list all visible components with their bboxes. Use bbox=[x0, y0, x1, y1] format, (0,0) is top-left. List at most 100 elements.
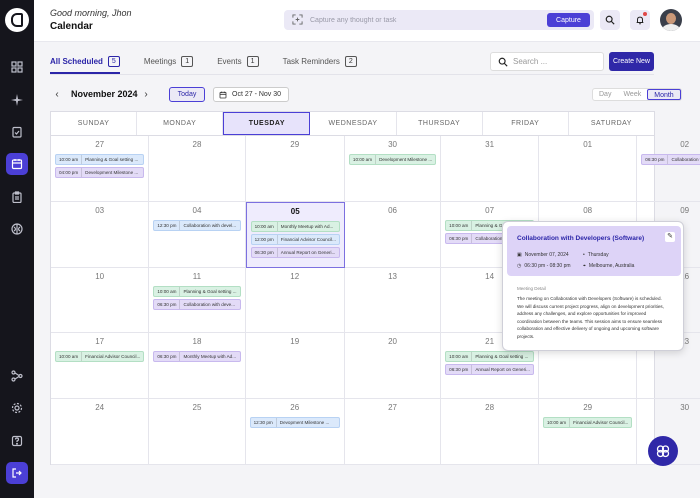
calendar-day-cell[interactable]: 31 bbox=[441, 136, 539, 202]
calendar-day-cell[interactable]: 26 12:30 pm Devopment Milestone ... bbox=[245, 399, 345, 465]
weekday-tuesday: TUESDAY bbox=[223, 112, 311, 135]
location-pin-icon: ⌖ bbox=[583, 263, 586, 269]
calendar-day-cell[interactable]: 27 bbox=[344, 399, 442, 465]
event-title: Planning & Goal setting ... bbox=[475, 354, 529, 360]
day-number: 28 bbox=[192, 140, 202, 149]
clipboard-icon[interactable] bbox=[6, 186, 28, 208]
day-number: 27 bbox=[95, 140, 105, 149]
search-input[interactable] bbox=[513, 55, 599, 68]
tab-task-reminders[interactable]: Task Reminders 2 bbox=[283, 50, 357, 72]
tab-label: Task Reminders bbox=[282, 56, 340, 66]
sparkle-icon[interactable] bbox=[6, 89, 28, 111]
calendar-day-cell[interactable]: 19 bbox=[245, 333, 345, 400]
user-avatar[interactable] bbox=[660, 9, 682, 31]
event-chip[interactable]: 06:30 pmCollaboration with deve... bbox=[153, 298, 241, 310]
view-option-day[interactable]: Day bbox=[593, 89, 617, 100]
calendar-day-cell[interactable]: 02 06:30 pmCollaboration with devel... bbox=[637, 136, 700, 202]
tab-count-badge: 2 bbox=[344, 55, 357, 67]
help-icon[interactable] bbox=[6, 430, 28, 452]
event-chip[interactable]: 04:00 pm Development Milestone ... bbox=[55, 167, 145, 178]
event-chip[interactable]: 12:30 pm Devopment Milestone ... bbox=[249, 417, 340, 429]
event-chip[interactable]: 12:00 pm Financial Advisor Council... bbox=[250, 233, 340, 245]
day-number: 05 bbox=[290, 206, 300, 216]
event-chip[interactable]: 10:00 am Financial Advisor Council... bbox=[542, 417, 633, 429]
calendar-day-cell[interactable]: 25 bbox=[149, 399, 246, 465]
next-month-button[interactable]: › bbox=[141, 89, 151, 100]
checklist-icon[interactable] bbox=[6, 121, 28, 143]
event-title: Collaboration with devel... bbox=[183, 222, 237, 228]
brain-icon[interactable] bbox=[6, 218, 28, 240]
grid-icon[interactable] bbox=[6, 56, 28, 78]
event-time: 04:00 pm bbox=[56, 168, 83, 177]
calendar-day-cell[interactable]: 18 06:30 pm Monthly Meetup with Ad... bbox=[149, 333, 246, 400]
sidebar bbox=[0, 0, 34, 498]
calendar-icon[interactable] bbox=[6, 153, 28, 175]
event-title: Planning & Goal setting ... bbox=[183, 288, 237, 294]
calendar-day-cell[interactable]: 29 bbox=[245, 136, 345, 202]
event-chip[interactable]: 10:00 amPlanning & Goal setting ... bbox=[55, 154, 145, 165]
day-number: 11 bbox=[192, 271, 202, 281]
calendar-day-cell[interactable]: 05 10:00 am Monthly Meetup with Ad... 12:00… bbox=[245, 201, 345, 268]
day-number: 07 bbox=[485, 205, 495, 215]
calendar-day-cell[interactable]: 12 bbox=[245, 267, 345, 334]
view-option-week[interactable]: Week bbox=[617, 89, 647, 100]
calendar-day-cell[interactable]: 10 bbox=[51, 267, 150, 334]
today-button[interactable]: Today bbox=[169, 87, 205, 102]
event-chip[interactable]: 10:00 am Monthly Meetup with Ad... bbox=[250, 220, 340, 232]
logout-icon[interactable] bbox=[6, 462, 28, 484]
calendar-day-cell[interactable]: 29 10:00 am Financial Advisor Council... bbox=[538, 399, 638, 465]
calendar-day-cell[interactable]: 28 bbox=[149, 136, 246, 202]
calendar-small-icon bbox=[219, 91, 227, 98]
calendar-day-cell[interactable]: 30 10:00 am Development Milestone ... bbox=[344, 136, 442, 202]
day-number: 27 bbox=[388, 403, 397, 413]
calendar-day-cell[interactable]: 20 bbox=[344, 333, 442, 400]
view-option-month[interactable]: Month bbox=[647, 89, 681, 100]
notification-button[interactable] bbox=[630, 10, 650, 30]
event-chip[interactable]: 06:30 pmCollaboration with devel... bbox=[641, 154, 700, 165]
calendar-day-cell[interactable]: 11 10:00 am Planning & Goal setting ... 06:… bbox=[149, 267, 246, 334]
event-title: Financial Advisor Council... bbox=[85, 354, 141, 360]
event-chip[interactable]: 10:00 amPlanning & Goal setting ... bbox=[153, 285, 241, 297]
popover-description: The meeting on Collaboration with Develo… bbox=[517, 296, 664, 339]
calendar-day-cell[interactable]: 24 bbox=[51, 399, 150, 465]
event-chip[interactable]: 12:30 pm Collaboration with devel... bbox=[153, 219, 241, 231]
event-time: 12:00 pm bbox=[252, 234, 278, 244]
event-time: 10:00 am bbox=[350, 155, 377, 164]
capture-button[interactable]: Capture bbox=[547, 13, 590, 27]
create-new-button[interactable]: Create New bbox=[609, 52, 654, 71]
event-chip[interactable]: 06:30 pm Annual Report on Generi... bbox=[250, 246, 340, 258]
calendar-day-cell[interactable]: 13 bbox=[344, 267, 442, 334]
prev-month-button[interactable]: ‹ bbox=[52, 89, 62, 100]
brain-logo-icon[interactable] bbox=[5, 8, 29, 32]
event-chip[interactable]: 06:30 pm Monthly Meetup with Ad... bbox=[153, 351, 241, 363]
tab-events[interactable]: Events 1 bbox=[217, 50, 259, 72]
ai-assistant-button[interactable] bbox=[648, 436, 678, 466]
event-chip[interactable]: 10:00 am Financial Advisor Council... bbox=[55, 351, 145, 363]
calendar-day-cell[interactable]: 01 bbox=[538, 136, 638, 202]
month-label: November 2024 bbox=[71, 89, 138, 99]
capture-bar: Capture bbox=[284, 10, 594, 30]
greeting-text: Good morning, Jhon bbox=[50, 8, 132, 18]
event-chip[interactable]: 10:00 am Development Milestone ... bbox=[348, 154, 437, 165]
popover-location: Melbourne, Australia bbox=[588, 263, 635, 269]
edit-icon[interactable]: ✎ bbox=[665, 232, 675, 242]
tab-meetings[interactable]: Meetings 1 bbox=[144, 50, 194, 72]
network-icon[interactable] bbox=[6, 365, 28, 387]
date-range-picker[interactable]: Oct 27 - Nov 30 bbox=[213, 87, 289, 102]
tab-all-scheduled[interactable]: All Scheduled 5 bbox=[50, 50, 120, 74]
calendar-day-cell[interactable]: 17 10:00 am Financial Advisor Council... bbox=[51, 333, 150, 400]
calendar-day-cell[interactable]: 28 bbox=[441, 399, 539, 465]
day-number: 26 bbox=[290, 403, 300, 413]
event-chip[interactable]: 06:30 pm Annual Report on Generi... bbox=[445, 364, 534, 376]
calendar-day-cell[interactable]: 03 bbox=[51, 201, 150, 268]
event-chip[interactable]: 10:00 amPlanning & Goal setting ... bbox=[445, 351, 534, 363]
calendar-day-cell[interactable]: 27 10:00 am Planning & Goal setting ... 04:… bbox=[51, 136, 150, 202]
calendar-day-cell[interactable]: 04 12:30 pm Collaboration with devel... bbox=[149, 201, 246, 268]
search-icon bbox=[605, 15, 615, 25]
capture-input[interactable] bbox=[310, 13, 520, 27]
event-detail-popover: Collaboration with Developers (Software)… bbox=[502, 221, 684, 351]
day-number: 02 bbox=[680, 140, 690, 149]
search-button[interactable] bbox=[600, 10, 620, 30]
calendar-day-cell[interactable]: 06 bbox=[344, 201, 442, 268]
gear-icon[interactable] bbox=[6, 397, 28, 419]
